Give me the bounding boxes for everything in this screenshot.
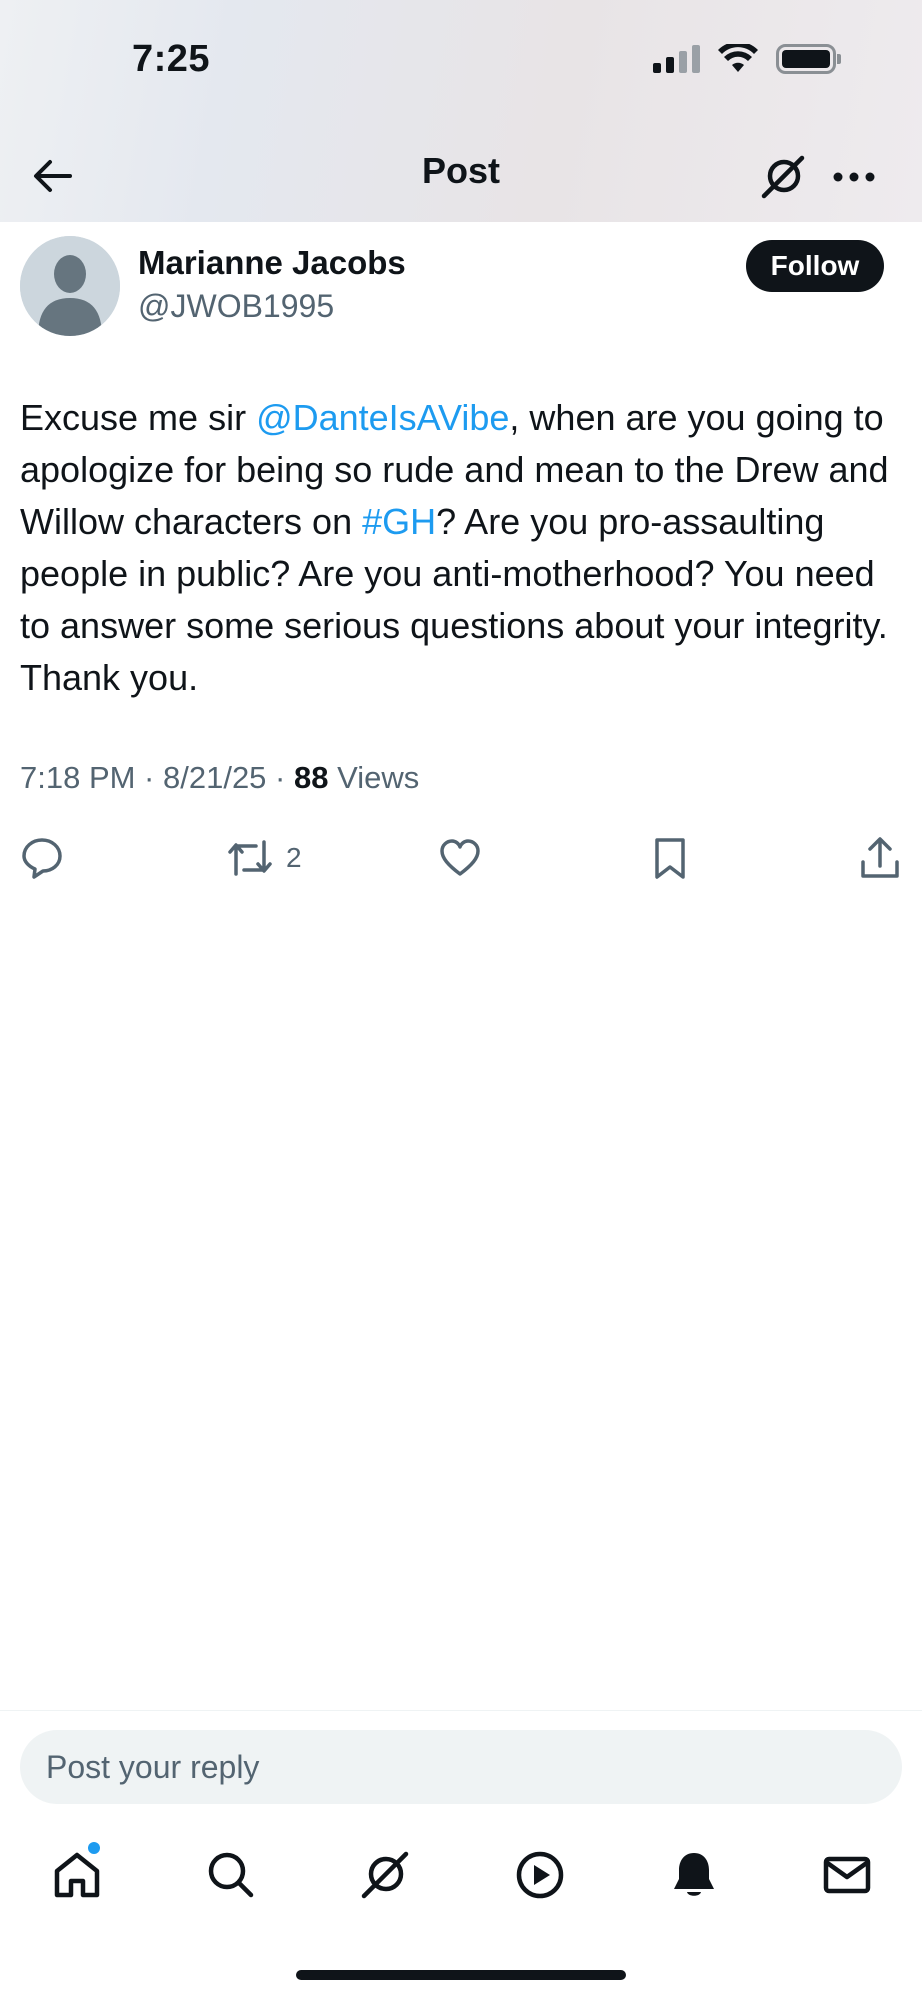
repost-button[interactable]: 2 (226, 832, 302, 884)
status-icons (653, 44, 842, 74)
like-icon (440, 839, 480, 876)
nav-notifications[interactable] (665, 1846, 723, 1904)
bookmark-icon (655, 838, 685, 879)
video-icon (516, 1851, 564, 1899)
repost-icon (228, 840, 272, 876)
more-options-button[interactable] (828, 152, 880, 202)
author-name[interactable]: Marianne Jacobs (138, 244, 406, 282)
reply-placeholder: Post your reply (46, 1748, 260, 1785)
post-timestamp: 7:18 PM · 8/21/25 · (20, 760, 294, 795)
nav-home[interactable] (48, 1846, 106, 1904)
share-button[interactable] (858, 832, 902, 884)
bookmark-button[interactable] (648, 832, 692, 884)
nav-search[interactable] (202, 1846, 260, 1904)
post-meta: 7:18 PM · 8/21/25 · 88 Views (20, 760, 419, 796)
hashtag-link[interactable]: #GH (362, 501, 436, 542)
status-time: 7:25 (132, 38, 211, 80)
grok-button[interactable] (758, 152, 808, 202)
more-icon (833, 172, 875, 182)
author-handle[interactable]: @JWOB1995 (138, 288, 334, 325)
cellular-signal-icon (653, 45, 700, 73)
reply-divider (0, 1710, 922, 1711)
bottom-nav (0, 1840, 922, 1910)
home-icon (54, 1852, 100, 1898)
mention-link[interactable]: @DanteIsAVibe (256, 397, 509, 438)
reply-icon (22, 838, 62, 879)
home-notification-dot (88, 1842, 100, 1854)
views-label: Views (328, 760, 420, 795)
reply-button[interactable] (20, 832, 76, 884)
post-text-segment: Excuse me sir (20, 397, 257, 438)
follow-button[interactable]: Follow (746, 240, 884, 292)
nav-grok[interactable] (356, 1846, 414, 1904)
messages-icon (823, 1856, 871, 1894)
nav-video[interactable] (511, 1846, 569, 1904)
post-text: Excuse me sir @DanteIsAVibe, when are yo… (20, 392, 905, 704)
battery-icon (776, 44, 841, 74)
post-actions: 2 (0, 832, 922, 884)
wifi-icon (718, 44, 758, 72)
default-avatar-icon (20, 236, 120, 336)
nav-messages[interactable] (818, 1846, 876, 1904)
home-indicator (296, 1970, 626, 1980)
repost-count: 2 (286, 842, 302, 873)
post-header: Post (0, 140, 922, 210)
notifications-icon (674, 1853, 714, 1896)
search-icon (208, 1852, 254, 1898)
like-button[interactable] (438, 832, 494, 884)
avatar[interactable] (20, 236, 120, 336)
grok-icon (361, 1851, 409, 1899)
grok-icon (761, 155, 805, 199)
reply-input[interactable]: Post your reply (20, 1730, 902, 1804)
share-icon (861, 837, 899, 878)
views-count[interactable]: 88 (294, 760, 328, 795)
